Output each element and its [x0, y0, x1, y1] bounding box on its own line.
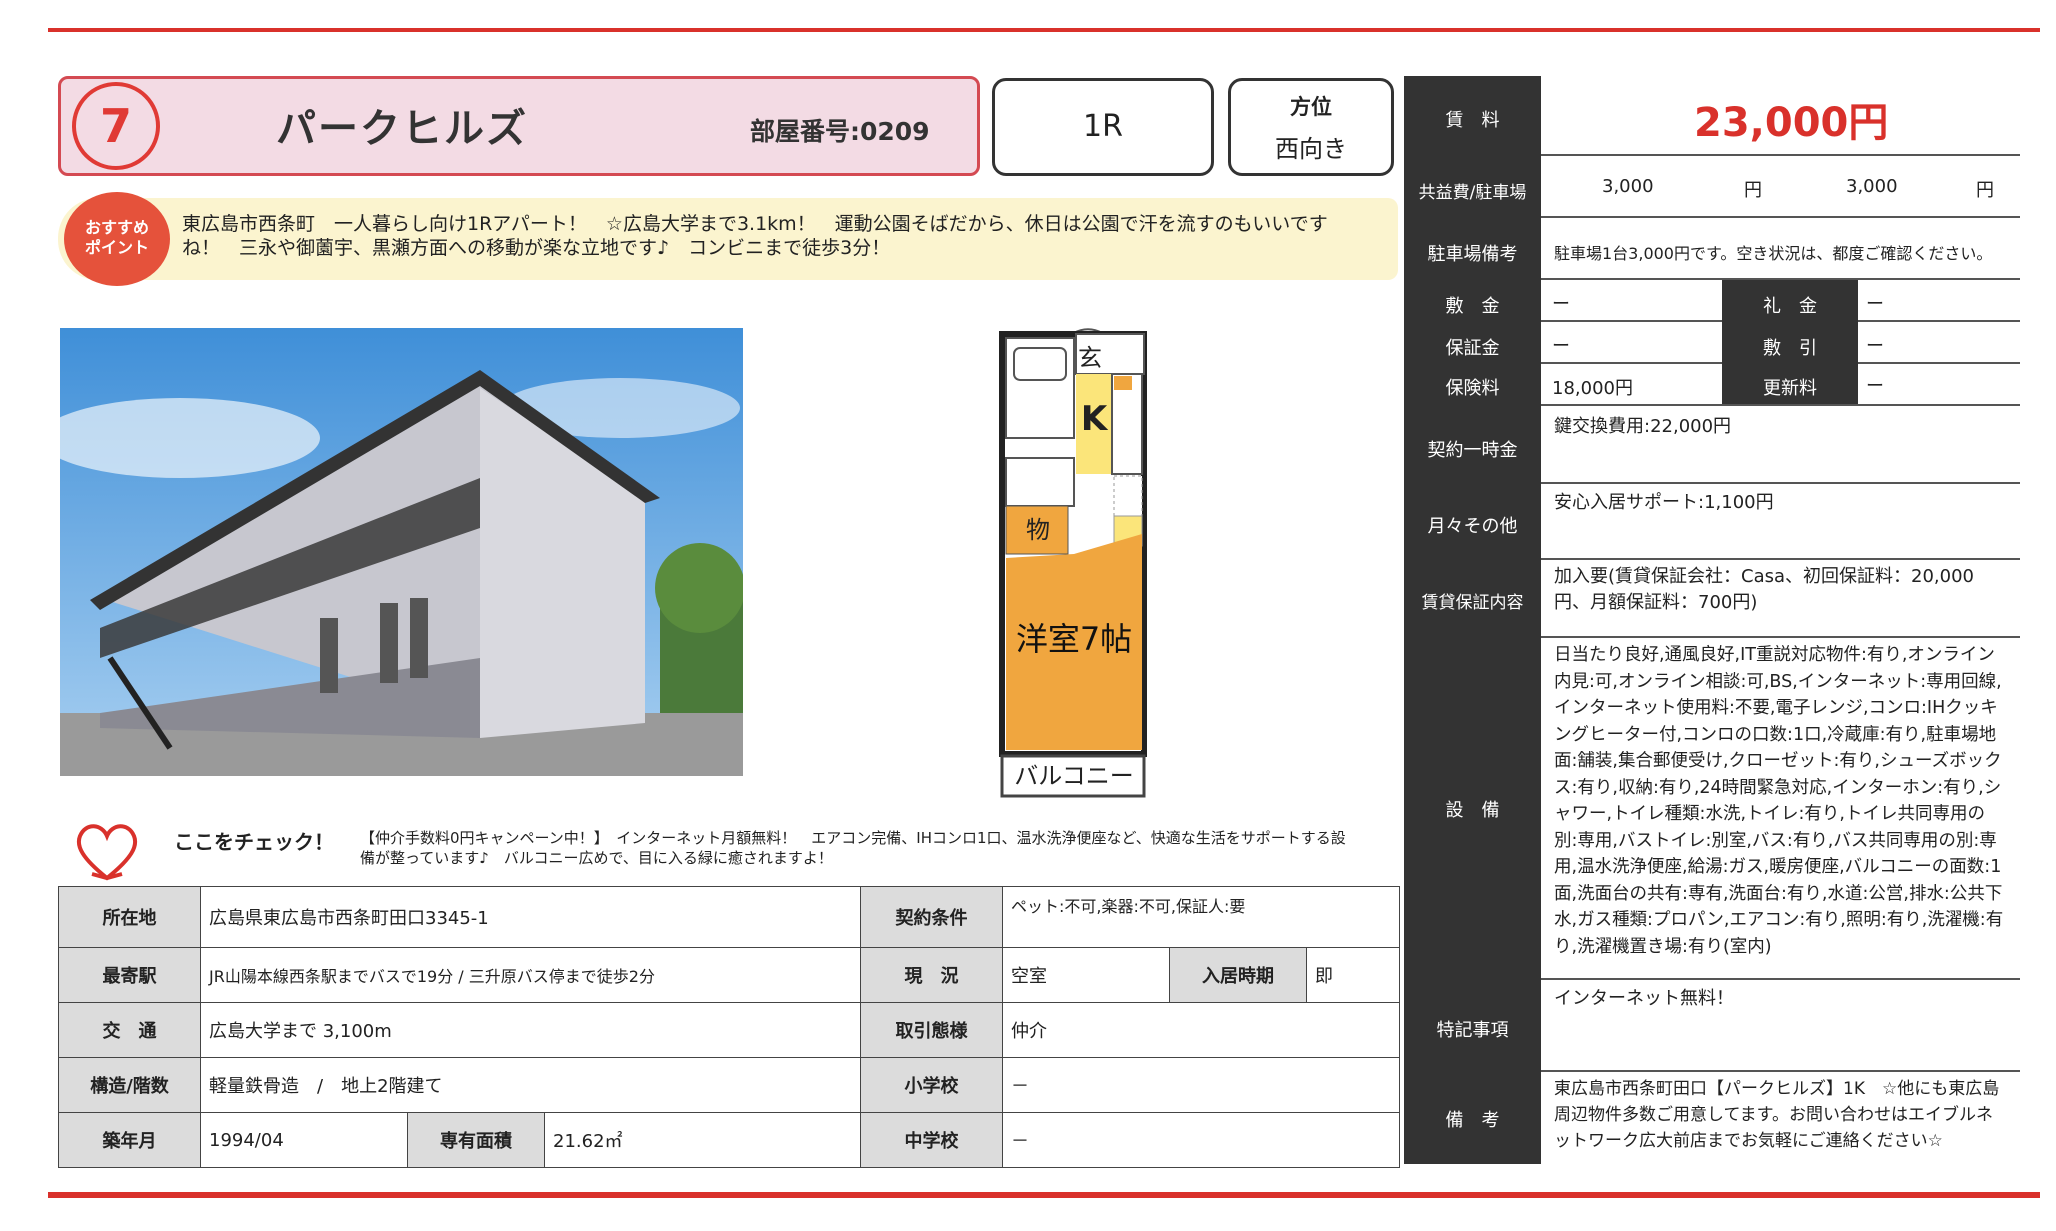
junior-value: －: [1002, 1112, 1400, 1168]
table-row: 構造/階数 軽量鉄骨造 / 地上2階建て 小学校 －: [58, 1057, 1400, 1113]
check-text: 【仲介手数料0円キャンペーン中！】 インターネット月額無料！ エアコン完備、IH…: [360, 829, 1346, 867]
guarantee-label: 保証金: [1445, 338, 1500, 359]
deposit-value: ー: [1552, 294, 1570, 315]
deal-value: 仲介: [1002, 1002, 1400, 1058]
transport-label: 交 通: [58, 1002, 201, 1058]
top-red-rule: [48, 28, 2040, 32]
special-label: 特記事項: [1436, 1020, 1509, 1041]
renewal-label: 更新料: [1763, 378, 1817, 399]
special-value: インターネット無料！: [1554, 988, 1734, 1009]
equipment-value: 日当たり良好,通風良好,IT重説対応物件:有り,オンライン内見:可,オンライン相…: [1554, 645, 2004, 957]
built-value: 1994/04: [200, 1112, 408, 1168]
plan-room-label: 洋室7帖: [1016, 620, 1132, 658]
deposit-label: 敷 金: [1445, 296, 1500, 317]
structure-label: 構造/階数: [58, 1057, 201, 1113]
direction-label: 方位: [1290, 95, 1332, 119]
recommend-badge-line1: おすすめ: [84, 218, 149, 237]
direction-value: 西向き: [1275, 135, 1347, 163]
common-parking-label: 共益費/駐車場: [1418, 183, 1527, 203]
status-value: 空室: [1002, 947, 1171, 1003]
key-money-label: 礼 金: [1722, 292, 1858, 318]
building-photo: [60, 328, 743, 776]
table-row: 築年月 1994/04 専有面積 21.62㎡ 中学校 －: [58, 1112, 1400, 1168]
deal-label: 取引態様: [860, 1002, 1004, 1058]
table-row: 交 通 広島大学まで 3,100m 取引態様 仲介: [58, 1002, 1400, 1058]
property-name: パークヒルズ: [276, 106, 528, 152]
key-money-value: ー: [1866, 294, 1884, 315]
bottom-red-rule: [48, 1192, 2040, 1198]
deduction-value: ー: [1866, 336, 1884, 357]
monthly-value: 安心入居サポート:1,100円: [1554, 492, 1774, 513]
property-info-table: 所在地 広島県東広島市西条町田口3345-1 契約条件 ペット:不可,楽器:不可…: [58, 886, 1400, 1168]
heart-icon: [72, 816, 142, 890]
parking-fee-value: 3,000: [1846, 176, 1898, 197]
area-label: 専有面積: [407, 1112, 545, 1168]
deduction-label: 敷 引: [1763, 338, 1817, 359]
fees-panel: 賃 料 23,000円 共益費/駐車場 3,000 円 3,000 円 駐車場備…: [1404, 76, 2020, 1164]
plan-storage-label: 物: [1026, 516, 1050, 544]
equipment-label: 設 備: [1445, 800, 1500, 821]
table-row: 最寄駅 JR山陽本線西条駅までバスで19分 / 三升原バス停まで徒歩2分 現 況…: [58, 947, 1400, 1003]
movein-label: 入居時期: [1169, 947, 1308, 1003]
onetime-value: 鍵交換費用:22,000円: [1554, 416, 1732, 437]
movein-value: 即: [1306, 947, 1400, 1003]
station-label: 最寄駅: [58, 947, 201, 1003]
floor-plan: 玄 K 物 洋室7帖 バルコニー: [990, 298, 1170, 800]
recommend-badge: おすすめ ポイント: [64, 192, 170, 286]
layout-box: 1R: [992, 78, 1214, 176]
contract-value: ペット:不可,楽器:不可,保証人:要: [1002, 886, 1400, 948]
common-fee-value: 3,000: [1602, 176, 1654, 197]
guarantor-label: 賃貸保証内容: [1421, 593, 1524, 613]
listing-number-circle: 7: [72, 82, 160, 170]
common-yen: 円: [1744, 180, 1762, 201]
plan-balcony-label: バルコニー: [1014, 762, 1134, 790]
onetime-label: 契約一時金: [1427, 440, 1518, 461]
address-value: 広島県東広島市西条町田口3345-1: [199, 886, 862, 948]
parking-note-label: 駐車場備考: [1427, 244, 1518, 265]
built-label: 築年月: [58, 1112, 201, 1168]
address-label: 所在地: [58, 886, 201, 948]
monthly-label: 月々その他: [1427, 516, 1518, 537]
elementary-label: 小学校: [860, 1057, 1004, 1113]
parking-note-value: 駐車場1台3,000円です。空き状況は、都度ご確認ください。: [1554, 244, 1993, 263]
recommend-text: 東広島市西条町 一人暮らし向け1Rアパート！ ☆広島大学まで3.1km！ 運動公…: [182, 213, 1328, 259]
room-number: 部屋番号:0209: [750, 117, 930, 146]
guarantee-value: ー: [1552, 336, 1570, 357]
table-row: 所在地 広島県東広島市西条町田口3345-1 契約条件 ペット:不可,楽器:不可…: [58, 886, 1400, 948]
check-heading: ここをチェック！: [174, 830, 334, 854]
junior-label: 中学校: [860, 1112, 1004, 1168]
station-value: JR山陽本線西条駅までバスで19分 / 三升原バス停まで徒歩2分: [199, 947, 862, 1003]
rent-value: 23,000円: [1694, 100, 1889, 146]
rent-label: 賃 料: [1445, 110, 1500, 131]
insurance-value: 18,000円: [1552, 378, 1633, 399]
structure-value: 軽量鉄骨造 / 地上2階建て: [199, 1057, 862, 1113]
plan-kitchen-label: K: [1081, 399, 1109, 439]
remarks-label: 備 考: [1445, 1110, 1500, 1131]
guarantor-value: 加入要(賃貸保証会社：Casa、初回保証料：20,000円、月額保証料：700円…: [1554, 566, 1975, 613]
insurance-label: 保険料: [1445, 378, 1500, 399]
transport-value: 広島大学まで 3,100m: [199, 1002, 862, 1058]
parking-yen: 円: [1976, 180, 1994, 201]
layout-value: 1R: [1083, 109, 1123, 144]
plan-genkan-label: 玄: [1078, 344, 1102, 372]
contract-label: 契約条件: [860, 886, 1004, 948]
status-label: 現 況: [860, 947, 1004, 1003]
area-value: 21.62㎡: [543, 1112, 862, 1168]
elementary-value: －: [1002, 1057, 1400, 1113]
direction-box: 方位 西向き: [1228, 78, 1394, 176]
remarks-value: 東広島市西条町田口【パークヒルズ】1K ☆他にも東広島周辺物件多数ご用意してます…: [1554, 1079, 2000, 1151]
renewal-value: ー: [1866, 376, 1884, 397]
recommend-badge-line2: ポイント: [84, 238, 149, 257]
